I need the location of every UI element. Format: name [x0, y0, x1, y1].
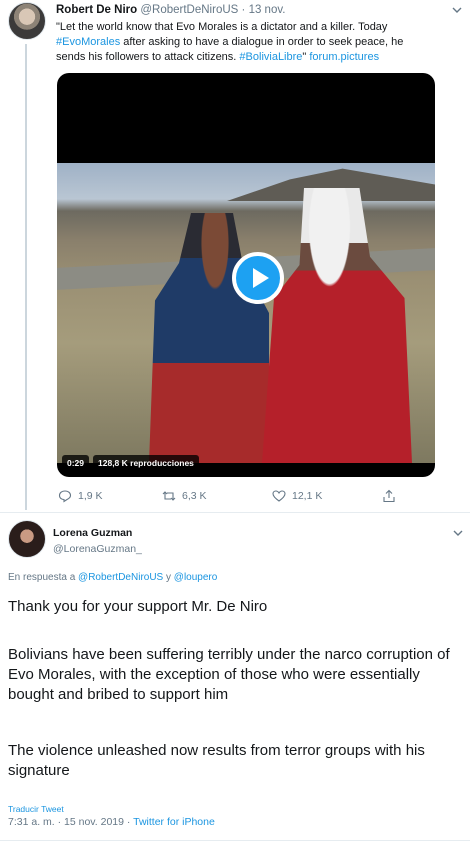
video-player[interactable]: 0:29 128,8 K reproducciones	[57, 73, 435, 477]
video-thumbnail	[57, 163, 435, 463]
chevron-down-icon[interactable]	[452, 527, 464, 539]
external-link[interactable]: forum.pictures	[309, 51, 379, 63]
reply-joiner: y	[163, 572, 174, 583]
thumbnail-person	[262, 188, 412, 463]
avatar[interactable]	[8, 2, 46, 40]
tweet-paragraph: The violence unleashed now results from …	[8, 742, 425, 779]
reply-mention-loupero[interactable]: @loupero	[174, 572, 218, 583]
tweet-text-line3: sends his followers to attack citizens.	[56, 51, 240, 63]
tweet-actions: 1,9 K 6,3 K 12,1 K	[58, 489, 438, 507]
share-icon	[383, 489, 395, 503]
tweet-date[interactable]: 13 nov.	[249, 4, 286, 16]
retweet-count: 6,3 K	[182, 490, 207, 502]
divider	[0, 840, 470, 841]
retweet-button[interactable]: 6,3 K	[162, 489, 207, 503]
separator-dot: ·	[241, 4, 246, 16]
tweet-text: "Let the world know that Evo Morales is …	[56, 20, 461, 65]
parent-tweet[interactable]: Robert De Niro @RobertDeNiroUS · 13 nov.…	[0, 0, 470, 512]
reply-icon	[58, 490, 72, 503]
avatar[interactable]	[8, 520, 46, 558]
author-handle[interactable]: @LorenaGuzman_	[53, 543, 142, 555]
tweet-text-line1: "Let the world know that Evo Morales is …	[56, 21, 388, 33]
reply-prefix: En respuesta a	[8, 572, 79, 583]
video-views: 128,8 K reproducciones	[93, 455, 199, 471]
tweet-source[interactable]: Twitter for iPhone	[133, 816, 215, 828]
thumbnail-person	[149, 213, 269, 463]
author-name[interactable]: Lorena Guzman	[53, 527, 132, 539]
thread-line	[25, 44, 27, 510]
divider	[0, 512, 470, 513]
tweet-header: Robert De Niro @RobertDeNiroUS · 13 nov.	[56, 4, 285, 16]
play-icon[interactable]	[232, 252, 284, 304]
translate-tweet-link[interactable]: Traducir Tweet	[8, 804, 64, 814]
tweet-timestamp[interactable]: 7:31 a. m. · 15 nov. 2019	[8, 816, 124, 828]
share-button[interactable]	[382, 489, 396, 503]
retweet-icon	[162, 491, 176, 501]
chevron-down-icon[interactable]	[451, 4, 463, 16]
like-icon	[272, 490, 286, 502]
author-name[interactable]: Robert De Niro	[56, 4, 137, 16]
tweet-text-line2: after asking to have a dialogue in order…	[120, 36, 404, 48]
reply-count: 1,9 K	[78, 490, 103, 502]
video-badges: 0:29 128,8 K reproducciones	[62, 455, 199, 471]
reply-button[interactable]: 1,9 K	[58, 489, 103, 503]
hashtag-bolivialibre[interactable]: #BoliviaLibre	[239, 51, 302, 63]
like-button[interactable]: 12,1 K	[272, 489, 322, 503]
tweet-meta: 7:31 a. m. · 15 nov. 2019 · Twitter for …	[8, 816, 215, 828]
video-duration: 0:29	[62, 455, 90, 471]
meta-separator: ·	[123, 816, 134, 828]
tweet-paragraph: Thank you for your support Mr. De Niro	[8, 598, 268, 615]
reply-context: En respuesta a @RobertDeNiroUS y @louper…	[8, 572, 217, 583]
reply-mention-robertdeniro[interactable]: @RobertDeNiroUS	[78, 572, 163, 583]
hashtag-evomorales[interactable]: #EvoMorales	[56, 36, 120, 48]
like-count: 12,1 K	[292, 490, 323, 502]
author-handle[interactable]: @RobertDeNiroUS	[140, 4, 238, 16]
tweet-paragraph: Bolivians have been suffering terribly u…	[8, 646, 450, 703]
